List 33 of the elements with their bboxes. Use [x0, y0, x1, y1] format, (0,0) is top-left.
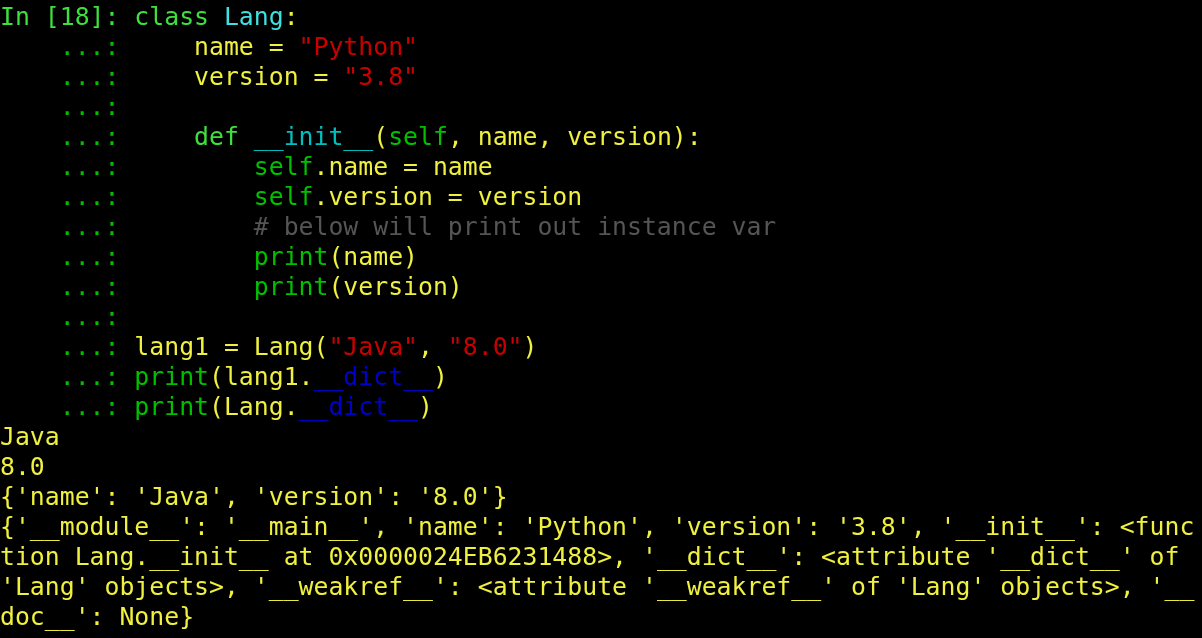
code-line: print(Lang.__dict__) [134, 392, 433, 422]
code-line: name = "Python" [193, 32, 418, 62]
output-line: doc__': None} [0, 602, 195, 631]
code-line: print(lang1.__dict__) [134, 362, 448, 392]
output-line: tion Lang.__init__ at 0x0000024EB6231488>, '__dict__': <attribute '__dict__' of [0, 542, 1180, 571]
prompt: ...: [58, 92, 120, 122]
prompt: ...: [58, 242, 120, 272]
code-line: self.name = name [252, 152, 493, 182]
prompt: ...: [58, 272, 120, 302]
code-line: version = "3.8" [193, 62, 418, 92]
output-line: {'name': 'Java', 'version': '8.0'} [0, 482, 508, 511]
prompt: ...: [58, 32, 120, 62]
prompt: ...: [58, 122, 120, 152]
code-line: self.version = version [252, 182, 583, 212]
code-line: print(name) [252, 242, 418, 272]
prompt: In [18]: [0, 2, 120, 32]
output-line: Java [0, 422, 60, 451]
code-line: # below will print out instance var [252, 212, 777, 242]
prompt: ...: [58, 302, 120, 332]
code-line: print(version) [252, 272, 463, 302]
prompt: ...: [58, 152, 120, 182]
prompt: ...: [58, 62, 120, 92]
code-line: class Lang: [134, 2, 299, 32]
prompt: ...: [58, 362, 120, 392]
output-line: {'__module__': '__main__', 'name': 'Python', 'version': '3.8', '__init__': <func [0, 512, 1195, 541]
prompt: ...: [58, 182, 120, 212]
output-line: 8.0 [0, 452, 45, 481]
prompt: ...: [58, 392, 120, 422]
prompt: ...: [58, 212, 120, 242]
code-line: lang1 = Lang("Java", "8.0") [134, 332, 538, 362]
output-line: 'Lang' objects>, '__weakref__': <attribute '__weakref__' of 'Lang' objects>, '__ [0, 572, 1195, 601]
prompt: ...: [58, 332, 120, 362]
code-line: def __init__(self, name, version): [193, 122, 702, 152]
